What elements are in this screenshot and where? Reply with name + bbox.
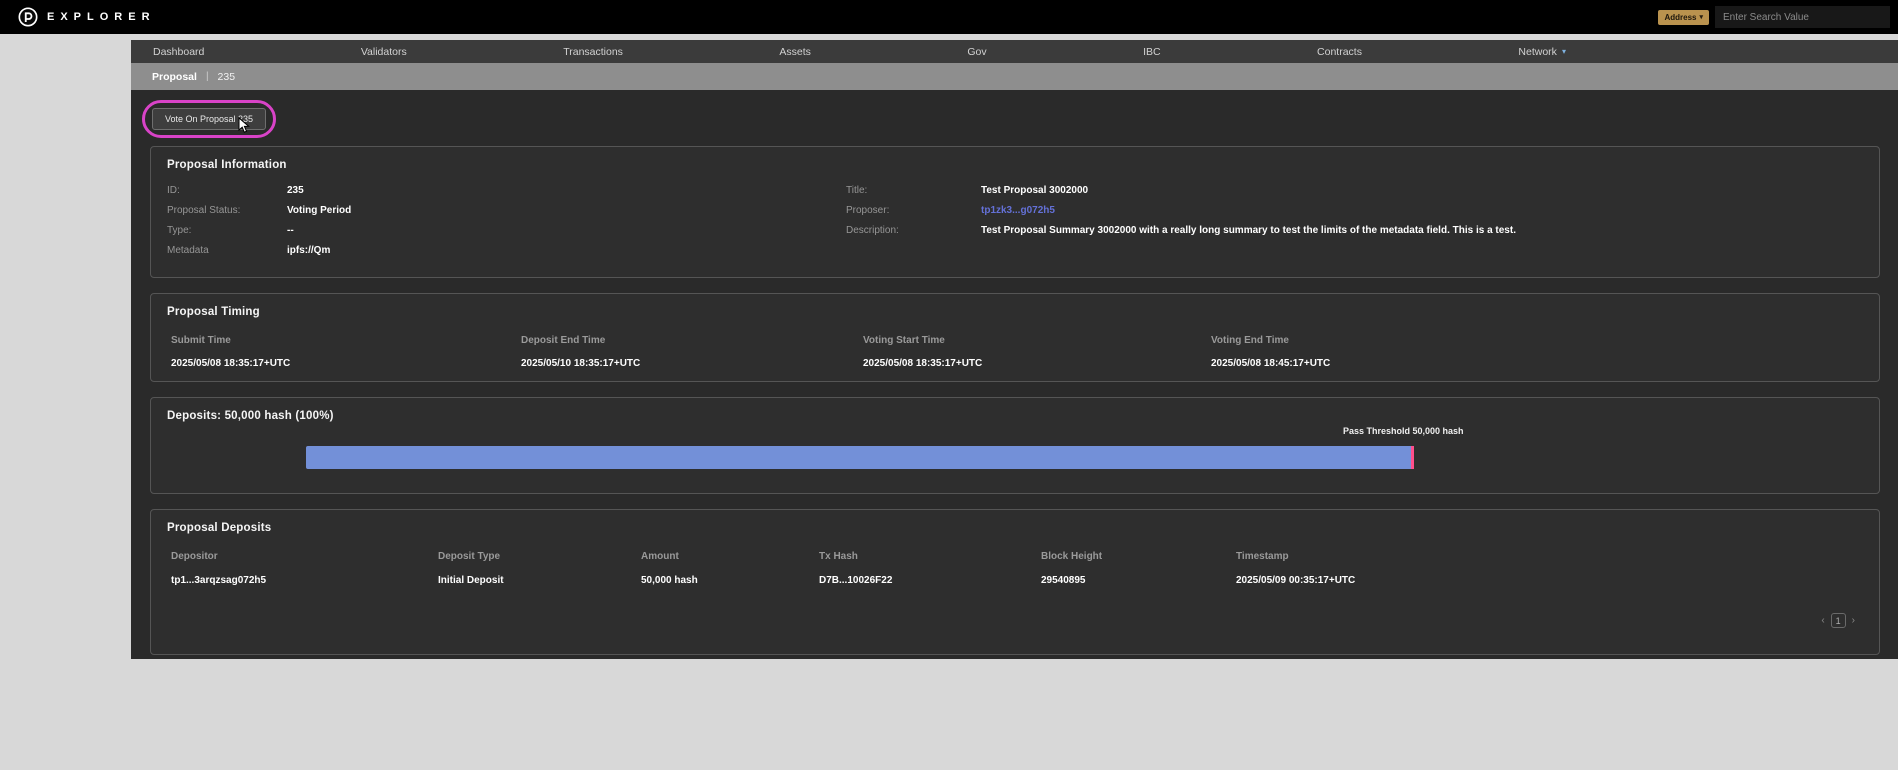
cell-block-height-link[interactable]: 29540895 [1041, 575, 1236, 586]
timing-voting-start-time-label: Voting Start Time [863, 335, 1211, 346]
pass-threshold-label: Pass Threshold 50,000 hash [1343, 426, 1464, 436]
field-title-value: Test Proposal 3002000 [981, 185, 1088, 196]
field-description-value: Test Proposal Summary 3002000 with a rea… [981, 225, 1516, 236]
field-title: Title: Test Proposal 3002000 [846, 185, 1863, 196]
search-type-dropdown[interactable]: Address ▾ [1658, 10, 1709, 25]
header-deposit-type: Deposit Type [438, 551, 641, 562]
main-nav: Dashboard Validators Transactions Assets… [131, 40, 1898, 63]
field-description-label: Description: [846, 225, 981, 236]
field-id-value: 235 [287, 185, 304, 196]
proposal-timing-card: Proposal Timing Submit Time 2025/05/08 1… [150, 293, 1880, 382]
breadcrumb-divider: | [206, 71, 209, 82]
header-tx-hash: Tx Hash [819, 551, 1041, 562]
search-area: Address ▾ [1658, 6, 1890, 28]
breadcrumb-section[interactable]: Proposal [152, 71, 197, 83]
proposal-deposits-title: Proposal Deposits [167, 522, 1863, 534]
cell-timestamp: 2025/05/09 00:35:17+UTC [1236, 575, 1863, 586]
field-metadata-value: ipfs://Qm [287, 245, 330, 256]
timing-voting-end-time-value: 2025/05/08 18:45:17+UTC [1211, 358, 1863, 369]
search-input[interactable] [1715, 6, 1890, 28]
nav-item-network[interactable]: Network ▾ [1518, 46, 1566, 58]
breadcrumb-proposal-id: 235 [218, 71, 236, 83]
timing-voting-start-time-value: 2025/05/08 18:35:17+UTC [863, 358, 1211, 369]
mouse-cursor-icon [238, 117, 250, 134]
brand[interactable]: EXPLORER [18, 7, 156, 27]
nav-item-transactions[interactable]: Transactions [563, 46, 623, 58]
deposits-progress-bar [306, 446, 1414, 469]
explorer-logo-icon [18, 7, 38, 27]
pagination-next-icon[interactable]: › [1852, 615, 1855, 626]
field-proposal-status-label: Proposal Status: [167, 205, 287, 216]
field-type-label: Type: [167, 225, 287, 236]
timing-voting-end-time-label: Voting End Time [1211, 335, 1863, 346]
nav-item-validators[interactable]: Validators [361, 46, 407, 58]
field-proposal-status-value: Voting Period [287, 205, 351, 216]
brand-name: EXPLORER [47, 11, 156, 23]
proposal-info-right-column: Title: Test Proposal 3002000 Proposer: t… [846, 185, 1863, 265]
nav-item-ibc[interactable]: IBC [1143, 46, 1161, 58]
pass-threshold-marker [1411, 446, 1414, 469]
header-depositor: Depositor [171, 551, 438, 562]
network-label: Network [1518, 46, 1557, 58]
cell-amount: 50,000 hash [641, 575, 819, 586]
field-id: ID: 235 [167, 185, 846, 196]
timing-submit-time-value: 2025/05/08 18:35:17+UTC [171, 358, 521, 369]
proposal-info-left-column: ID: 235 Proposal Status: Voting Period T… [167, 185, 846, 265]
field-proposal-status: Proposal Status: Voting Period [167, 205, 846, 216]
cell-deposit-type: Initial Deposit [438, 575, 641, 586]
nav-item-dashboard[interactable]: Dashboard [153, 46, 204, 58]
caret-down-icon: ▾ [1699, 13, 1703, 21]
field-type: Type: -- [167, 225, 846, 236]
field-id-label: ID: [167, 185, 287, 196]
nav-item-contracts[interactable]: Contracts [1317, 46, 1362, 58]
proposer-address-link[interactable]: tp1zk3...g072h5 [981, 205, 1055, 216]
proposal-timing-grid: Submit Time 2025/05/08 18:35:17+UTC Depo… [167, 335, 1863, 369]
timing-submit-time-label: Submit Time [171, 335, 521, 346]
timing-voting-start-time: Voting Start Time 2025/05/08 18:35:17+UT… [863, 335, 1211, 369]
cell-depositor-link[interactable]: tp1...3arqzsag072h5 [171, 575, 438, 586]
header-timestamp: Timestamp [1236, 551, 1863, 562]
vote-button-area: Vote On Proposal 235 [152, 108, 266, 130]
breadcrumb: Proposal | 235 [131, 63, 1898, 90]
field-proposer: Proposer: tp1zk3...g072h5 [846, 205, 1863, 216]
field-description: Description: Test Proposal Summary 30020… [846, 225, 1863, 236]
proposal-timing-title: Proposal Timing [167, 306, 1863, 318]
top-bar: EXPLORER Address ▾ [0, 0, 1898, 34]
chevron-down-icon: ▾ [1562, 47, 1566, 56]
nav-item-assets[interactable]: Assets [779, 46, 811, 58]
proposal-information-card: Proposal Information ID: 235 Proposal St… [150, 146, 1880, 278]
timing-submit-time: Submit Time 2025/05/08 18:35:17+UTC [171, 335, 521, 369]
field-metadata: Metadata ipfs://Qm [167, 245, 846, 256]
page-content: Dashboard Validators Transactions Assets… [131, 40, 1898, 659]
timing-deposit-end-time-label: Deposit End Time [521, 335, 863, 346]
timing-deposit-end-time: Deposit End Time 2025/05/10 18:35:17+UTC [521, 335, 863, 369]
pagination-prev-icon[interactable]: ‹ [1821, 615, 1824, 626]
proposal-deposits-card: Proposal Deposits Depositor Deposit Type… [150, 509, 1880, 655]
nav-item-gov[interactable]: Gov [967, 46, 986, 58]
deposits-progress-card: Deposits: 50,000 hash (100%) Pass Thresh… [150, 397, 1880, 494]
header-block-height: Block Height [1041, 551, 1236, 562]
pagination: ‹ 1 › [1821, 613, 1855, 628]
field-proposer-label: Proposer: [846, 205, 981, 216]
deposits-table-header-row: Depositor Deposit Type Amount Tx Hash Bl… [167, 534, 1863, 562]
field-metadata-label: Metadata [167, 245, 287, 256]
deposits-progress-title: Deposits: 50,000 hash (100%) [167, 410, 1863, 422]
proposal-information-grid: ID: 235 Proposal Status: Voting Period T… [167, 185, 1863, 265]
pagination-page-1[interactable]: 1 [1831, 613, 1846, 628]
table-row: tp1...3arqzsag072h5 Initial Deposit 50,0… [167, 562, 1863, 586]
main-content: Vote On Proposal 235 Proposal Informatio… [131, 90, 1898, 659]
timing-deposit-end-time-value: 2025/05/10 18:35:17+UTC [521, 358, 863, 369]
timing-voting-end-time: Voting End Time 2025/05/08 18:45:17+UTC [1211, 335, 1863, 369]
field-title-label: Title: [846, 185, 981, 196]
cell-tx-hash-link[interactable]: D7B...10026F22 [819, 575, 1041, 586]
proposal-information-title: Proposal Information [167, 159, 1863, 171]
header-amount: Amount [641, 551, 819, 562]
search-type-label: Address [1664, 13, 1696, 22]
field-type-value: -- [287, 225, 294, 236]
